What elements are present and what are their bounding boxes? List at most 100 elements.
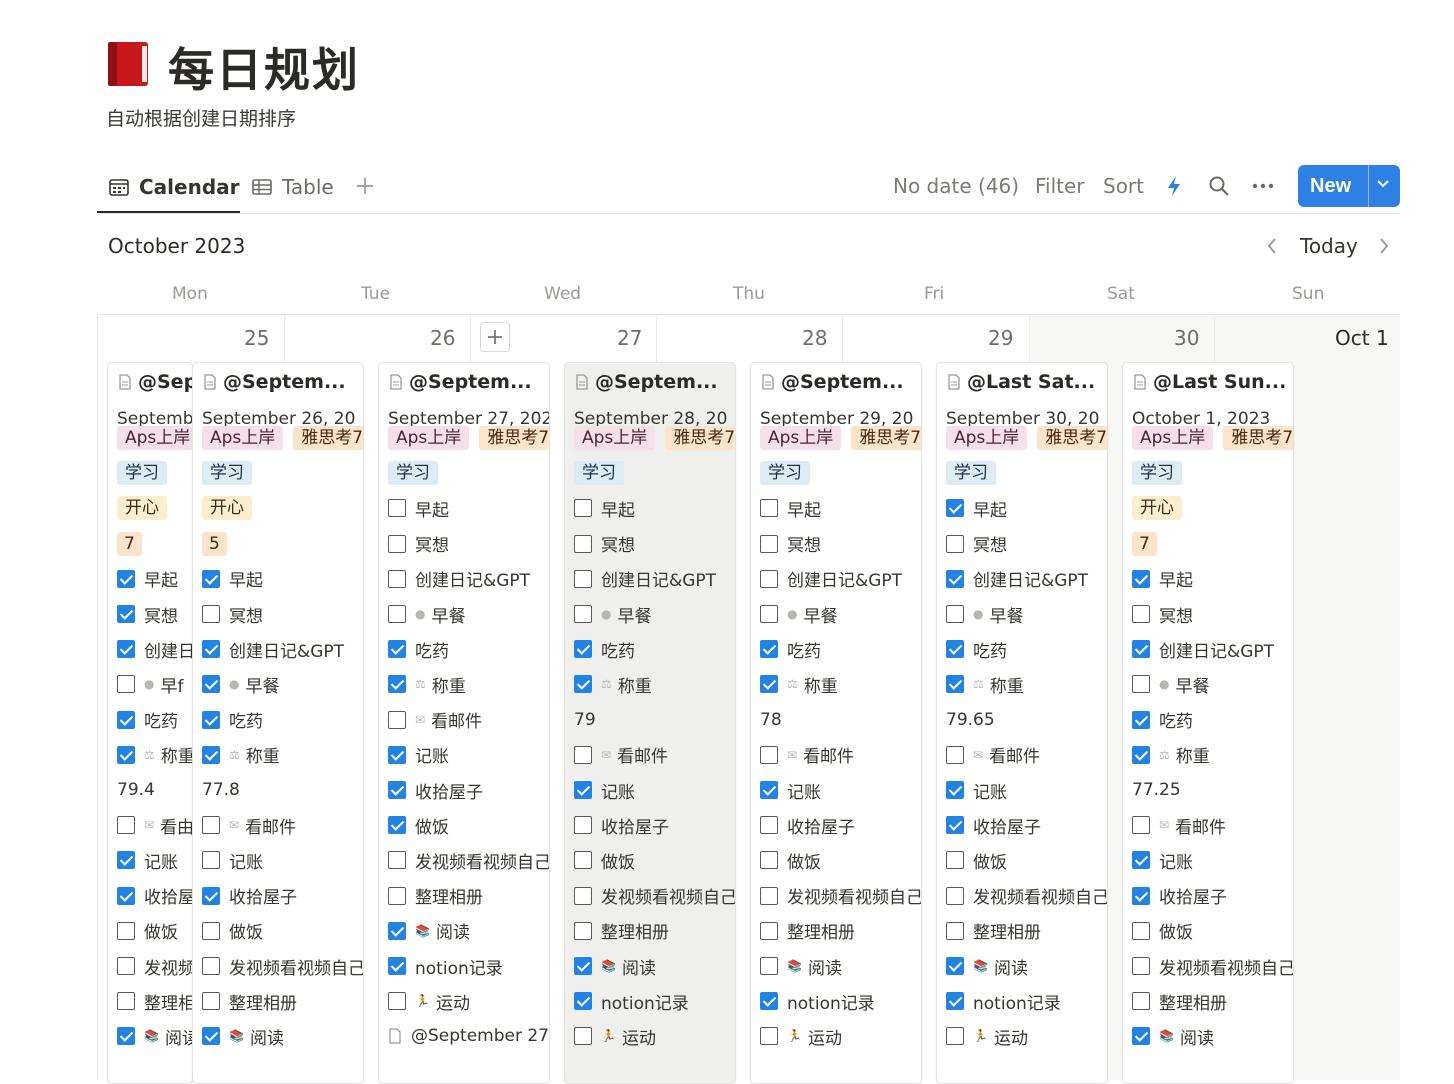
checkbox[interactable] bbox=[117, 851, 135, 870]
checkbox[interactable] bbox=[574, 675, 592, 694]
event-card[interactable]: @Septem... September 27, 202 Aps上岸 雅思考7 学习 早起… bbox=[378, 362, 550, 1084]
checkbox[interactable] bbox=[202, 640, 220, 659]
checkbox[interactable] bbox=[760, 605, 778, 623]
checkbox[interactable] bbox=[946, 499, 964, 518]
checkbox[interactable] bbox=[574, 745, 592, 764]
checkbox[interactable] bbox=[388, 675, 406, 694]
checkbox[interactable] bbox=[202, 886, 220, 905]
checkbox[interactable] bbox=[574, 569, 592, 588]
checkbox[interactable] bbox=[202, 710, 220, 729]
checkbox[interactable] bbox=[760, 921, 778, 940]
checkbox[interactable] bbox=[574, 886, 592, 905]
checkbox[interactable] bbox=[388, 534, 406, 553]
event-card[interactable]: @Last Sun... October 1, 2023 Aps上岸 雅思考7 学习 开心… bbox=[1122, 362, 1294, 1084]
event-card[interactable]: @Sep Septemb Aps上岸 学习 开心 7 早起 冥想 创建日 ● 早f 吃药 ⚖ 称重 79.4… bbox=[107, 362, 193, 1084]
checkbox[interactable] bbox=[388, 781, 406, 799]
checkbox[interactable] bbox=[760, 957, 778, 975]
checkbox[interactable] bbox=[946, 957, 964, 975]
event-card[interactable]: @Septem... September 28, 20 Aps上岸 雅思考7 学习 早起冥… bbox=[564, 362, 736, 1084]
checkbox[interactable] bbox=[946, 534, 964, 553]
checkbox[interactable] bbox=[760, 499, 778, 518]
checkbox[interactable] bbox=[388, 886, 406, 905]
checkbox[interactable] bbox=[117, 605, 135, 623]
tab-table[interactable]: Table bbox=[252, 172, 334, 202]
checkbox[interactable] bbox=[117, 1027, 135, 1046]
checkbox[interactable] bbox=[574, 851, 592, 870]
checkbox[interactable] bbox=[388, 710, 406, 729]
checkbox[interactable] bbox=[388, 569, 406, 588]
checkbox[interactable] bbox=[574, 992, 592, 1011]
checkbox[interactable] bbox=[760, 992, 778, 1011]
event-card[interactable]: @Septem... September 26, 20 Aps上岸 雅思考7 学习 开心 5… bbox=[192, 362, 364, 1084]
checkbox[interactable] bbox=[202, 569, 220, 588]
checkbox[interactable] bbox=[574, 921, 592, 940]
checkbox[interactable] bbox=[760, 886, 778, 905]
checkbox[interactable] bbox=[574, 605, 592, 623]
checkbox[interactable] bbox=[1132, 921, 1150, 940]
checkbox[interactable] bbox=[946, 640, 964, 659]
checkbox[interactable] bbox=[388, 640, 406, 659]
checkbox[interactable] bbox=[117, 569, 135, 588]
filter-button[interactable]: Filter bbox=[1035, 174, 1085, 198]
checkbox[interactable] bbox=[760, 745, 778, 764]
checkbox[interactable] bbox=[1132, 851, 1150, 870]
no-date-button[interactable]: No date (46) bbox=[893, 174, 1019, 198]
checkbox[interactable] bbox=[202, 921, 220, 940]
checkbox[interactable] bbox=[1132, 569, 1150, 588]
lightning-icon[interactable] bbox=[1165, 175, 1183, 197]
checkbox[interactable] bbox=[1132, 957, 1150, 975]
checkbox[interactable] bbox=[388, 921, 406, 940]
tab-calendar[interactable]: Calendar bbox=[109, 172, 240, 202]
checkbox[interactable] bbox=[1132, 675, 1150, 694]
checkbox[interactable] bbox=[117, 921, 135, 940]
checkbox[interactable] bbox=[1132, 605, 1150, 623]
checkbox[interactable] bbox=[117, 992, 135, 1011]
checkbox[interactable] bbox=[946, 781, 964, 799]
checkbox[interactable] bbox=[760, 534, 778, 553]
checkbox[interactable] bbox=[202, 816, 220, 835]
checkbox[interactable] bbox=[946, 816, 964, 835]
checkbox[interactable] bbox=[117, 640, 135, 659]
checkbox[interactable] bbox=[117, 957, 135, 975]
checkbox[interactable] bbox=[388, 957, 406, 975]
checkbox[interactable] bbox=[117, 710, 135, 729]
checkbox[interactable] bbox=[760, 851, 778, 870]
checkbox[interactable] bbox=[760, 569, 778, 588]
checkbox[interactable] bbox=[946, 921, 964, 940]
checkbox[interactable] bbox=[760, 1027, 778, 1046]
more-icon[interactable] bbox=[1252, 182, 1274, 190]
add-event-button[interactable] bbox=[480, 322, 510, 352]
checkbox[interactable] bbox=[1132, 1027, 1150, 1046]
checkbox[interactable] bbox=[946, 675, 964, 694]
checkbox[interactable] bbox=[946, 745, 964, 764]
checkbox[interactable] bbox=[574, 1027, 592, 1046]
new-button[interactable]: New bbox=[1298, 165, 1400, 207]
checkbox[interactable] bbox=[202, 1027, 220, 1046]
checkbox[interactable] bbox=[202, 851, 220, 870]
checkbox[interactable] bbox=[117, 886, 135, 905]
checkbox[interactable] bbox=[574, 781, 592, 799]
checkbox[interactable] bbox=[760, 816, 778, 835]
checkbox[interactable] bbox=[1132, 745, 1150, 764]
checkbox[interactable] bbox=[574, 640, 592, 659]
checkbox[interactable] bbox=[202, 745, 220, 764]
checkbox[interactable] bbox=[388, 605, 406, 623]
checkbox[interactable] bbox=[202, 605, 220, 623]
checkbox[interactable] bbox=[946, 886, 964, 905]
checkbox[interactable] bbox=[1132, 886, 1150, 905]
checkbox[interactable] bbox=[946, 605, 964, 623]
checkbox[interactable] bbox=[388, 851, 406, 870]
today-button[interactable]: Today bbox=[1300, 234, 1358, 258]
checkbox[interactable] bbox=[117, 745, 135, 764]
event-card[interactable]: @Septem... September 29, 20 Aps上岸 雅思考7 学习 早起冥… bbox=[750, 362, 922, 1084]
relation-link[interactable]: @September 27 bbox=[388, 1023, 549, 1049]
chevron-right-icon[interactable] bbox=[1378, 237, 1390, 255]
plus-icon[interactable] bbox=[356, 177, 374, 195]
chevron-left-icon[interactable] bbox=[1266, 237, 1278, 255]
sort-button[interactable]: Sort bbox=[1103, 174, 1144, 198]
checkbox[interactable] bbox=[117, 675, 135, 694]
event-card[interactable]: @Last Sat... September 30, 20 Aps上岸 雅思考7 学习早… bbox=[936, 362, 1108, 1084]
checkbox[interactable] bbox=[388, 992, 406, 1011]
checkbox[interactable] bbox=[574, 816, 592, 835]
checkbox[interactable] bbox=[1132, 992, 1150, 1011]
